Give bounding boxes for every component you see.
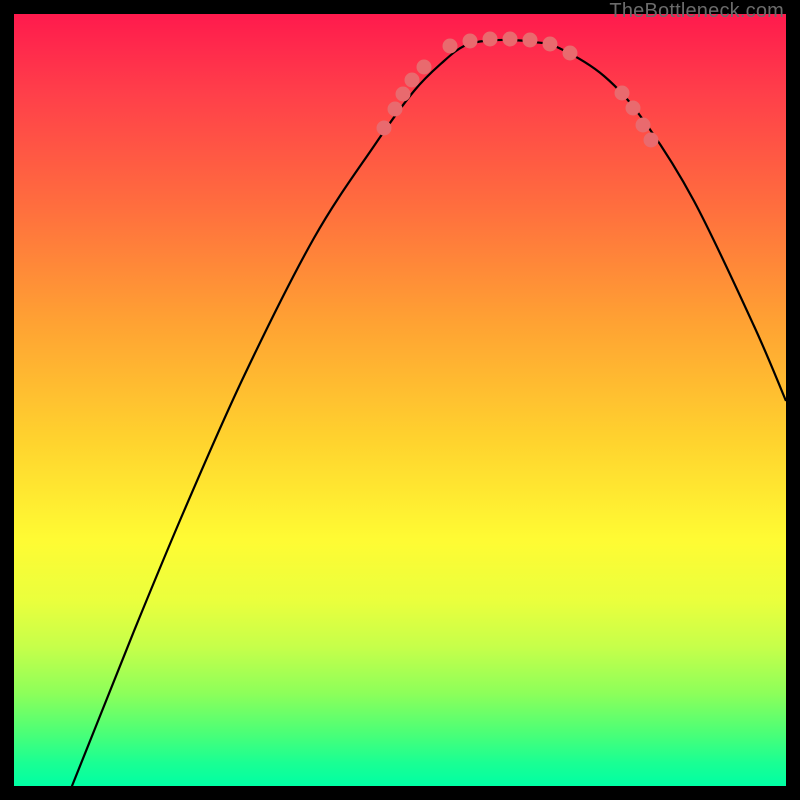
highlight-dot [417, 60, 432, 75]
highlight-dot [636, 118, 651, 133]
highlight-dot [644, 133, 659, 148]
highlight-dot [443, 39, 458, 54]
bottleneck-curve [64, 40, 786, 800]
highlight-dots-group [377, 32, 659, 148]
highlight-dot [388, 102, 403, 117]
chart-svg [14, 14, 786, 786]
highlight-dot [626, 101, 641, 116]
highlight-dot [405, 73, 420, 88]
highlight-dot [463, 34, 478, 49]
highlight-dot [543, 37, 558, 52]
highlight-dot [523, 33, 538, 48]
highlight-dot [615, 86, 630, 101]
highlight-dot [377, 121, 392, 136]
chart-frame [14, 14, 786, 786]
highlight-dot [396, 87, 411, 102]
highlight-dot [503, 32, 518, 47]
watermark-text: TheBottleneck.com [609, 0, 784, 23]
highlight-dot [563, 46, 578, 61]
highlight-dot [483, 32, 498, 47]
